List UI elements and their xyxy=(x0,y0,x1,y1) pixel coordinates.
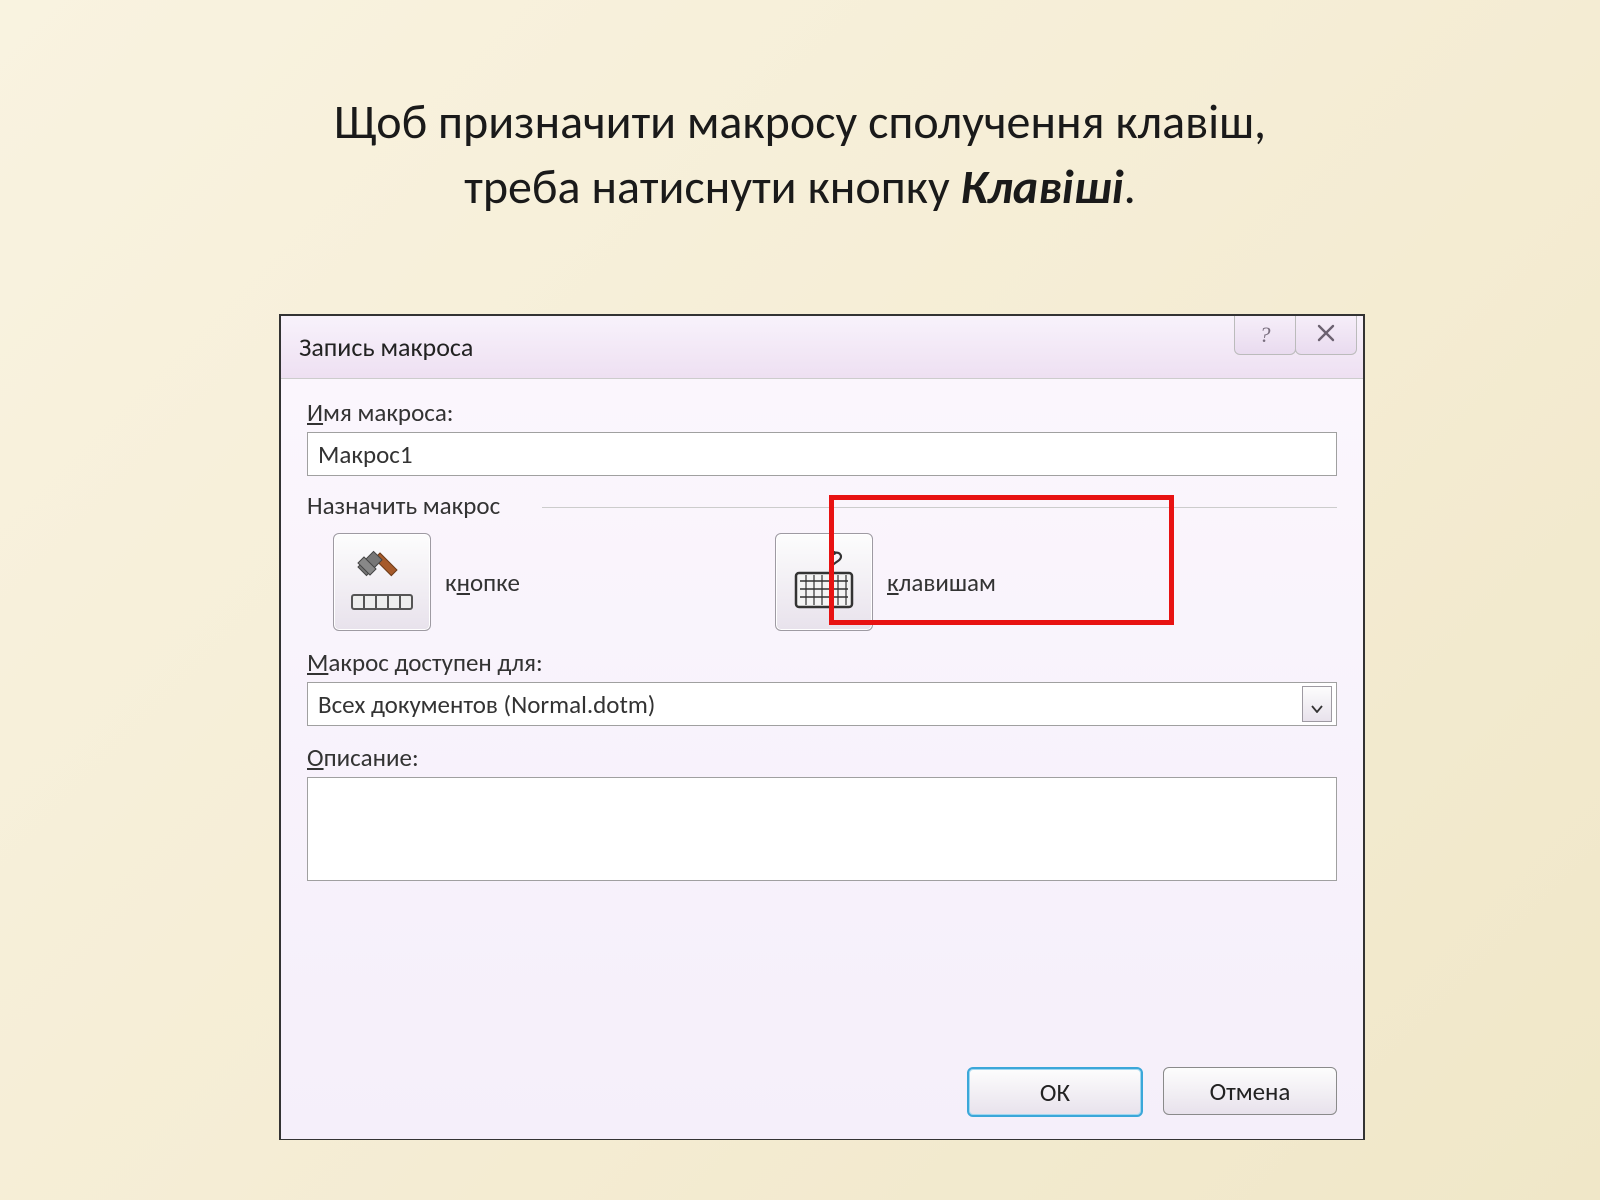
dialog-body: Имя макроса: Назначить макрос xyxy=(281,379,1363,1139)
close-icon xyxy=(1316,322,1336,349)
heading-line2-prefix: треба натиснути кнопку xyxy=(464,157,960,216)
dialog-title: Запись макроса xyxy=(281,331,473,363)
macro-description-label: Описание: xyxy=(307,742,1337,773)
record-macro-dialog: Запись макроса ? Имя макроса: Назначить … xyxy=(279,314,1365,1140)
heading-emphasis: Клавіші xyxy=(961,157,1124,216)
close-button[interactable] xyxy=(1295,316,1357,355)
heading-line2-suffix: . xyxy=(1124,157,1136,216)
assign-to-button-button[interactable] xyxy=(333,533,431,631)
macro-available-dropdown[interactable]: Всех документов (Normal.dotm) xyxy=(307,682,1337,726)
ok-button[interactable]: ОК xyxy=(967,1067,1143,1117)
macro-description-input[interactable] xyxy=(307,777,1337,881)
dialog-titlebar: Запись макроса ? xyxy=(281,316,1363,379)
heading-line1: Щоб призначити макросу сполучення клавіш… xyxy=(334,92,1266,151)
help-button[interactable]: ? xyxy=(1234,316,1296,355)
assign-to-keyboard-label: клавишам xyxy=(887,567,996,598)
macro-available-label: Макрос доступен для: xyxy=(307,647,1337,678)
slide-heading: Щоб призначити макросу сполучення клавіш… xyxy=(0,0,1600,220)
help-icon: ? xyxy=(1260,322,1271,348)
assign-to-button-option: кнопке xyxy=(333,533,753,631)
dropdown-arrow-button[interactable] xyxy=(1302,686,1332,722)
assign-to-keyboard-button[interactable] xyxy=(775,533,873,631)
titlebar-buttons: ? xyxy=(1235,316,1357,355)
assign-row: кнопке xyxy=(307,533,1337,631)
assign-to-keyboard-option: клавишам xyxy=(775,533,996,631)
assign-to-button-label: кнопке xyxy=(445,567,520,598)
dialog-button-row: ОК Отмена xyxy=(967,1067,1337,1117)
assign-macro-label: Назначить макрос xyxy=(307,490,1337,521)
macro-name-input[interactable] xyxy=(307,432,1337,476)
chevron-down-icon xyxy=(1311,689,1323,720)
keyboard-icon xyxy=(788,543,860,622)
macro-name-label: Имя макроса: xyxy=(307,397,1337,428)
macro-available-value: Всех документов (Normal.dotm) xyxy=(318,689,655,720)
cancel-button[interactable]: Отмена xyxy=(1163,1067,1337,1115)
hammer-icon xyxy=(346,543,418,622)
